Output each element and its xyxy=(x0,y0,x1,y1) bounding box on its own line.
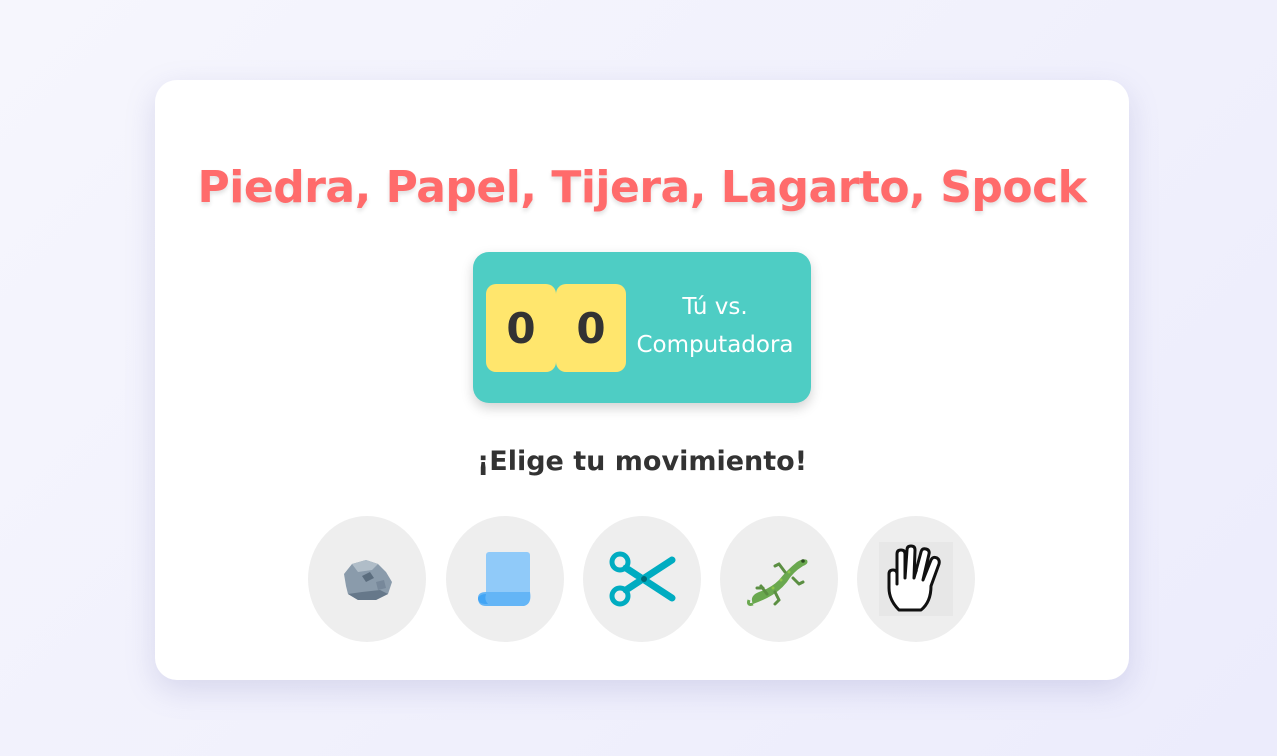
computer-score: 0 xyxy=(556,284,626,372)
lizard-button[interactable] xyxy=(720,516,838,642)
spock-button[interactable] xyxy=(857,516,975,642)
score-label-line1: Tú vs. xyxy=(682,294,748,320)
lizard-icon xyxy=(747,559,808,606)
scissors-button[interactable] xyxy=(583,516,701,642)
user-score: 0 xyxy=(486,284,556,372)
score-label: Tú vs. Computadora xyxy=(625,288,805,364)
page-title: Piedra, Papel, Tijera, Lagarto, Spock xyxy=(197,162,1087,213)
rock-button[interactable] xyxy=(308,516,426,642)
move-prompt: ¡Elige tu movimiento! xyxy=(476,446,808,477)
vulcan-salute-icon xyxy=(879,542,953,616)
scissors-icon xyxy=(609,551,676,607)
paper-button[interactable] xyxy=(446,516,564,642)
game-card: Piedra, Papel, Tijera, Lagarto, Spock 0 … xyxy=(155,80,1129,680)
paper-icon xyxy=(478,552,531,606)
rock-icon xyxy=(344,560,392,600)
score-label-line2: Computadora xyxy=(636,332,794,358)
scoreboard: 0 0 Tú vs. Computadora xyxy=(473,252,811,403)
